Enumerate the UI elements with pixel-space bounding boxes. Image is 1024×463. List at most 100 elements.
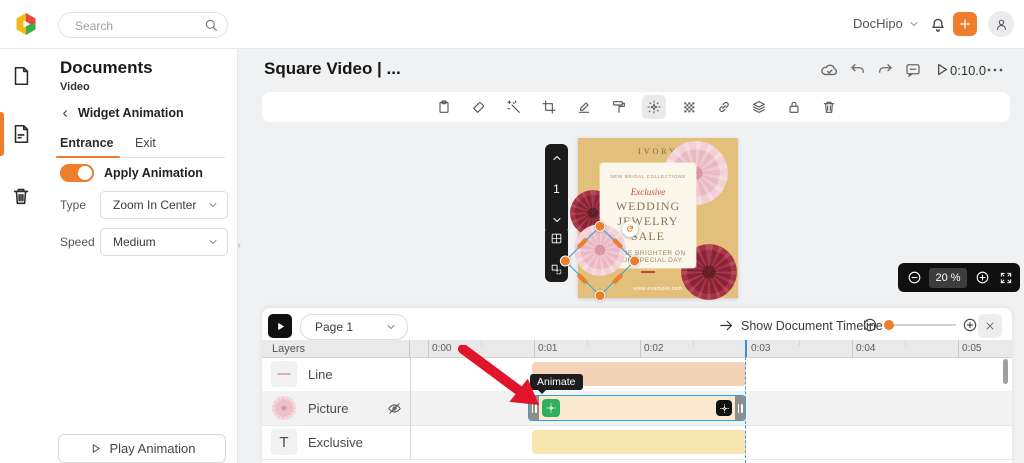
duration-value: 0:10.0	[950, 63, 987, 78]
design-canvas[interactable]: IVORY NEW BRIDAL COLLECTIONS Exclusive W…	[557, 138, 738, 304]
document-title[interactable]: Square Video | ...	[264, 59, 401, 79]
layer-thumbnail-picture	[271, 395, 297, 421]
timeline-panel: Page 1 Show Document Timeline Layers 0:0…	[262, 308, 1012, 463]
cloud-saved-icon	[821, 64, 838, 76]
workspace-switcher[interactable]: DocHipo	[853, 16, 920, 31]
active-section-indicator	[0, 112, 4, 156]
duration-bar-body[interactable]	[539, 396, 735, 420]
grid-view-icon[interactable]	[550, 232, 563, 245]
timeline-ruler[interactable]: Layers 0:00 0:01 0:02 0:03 0:04 0:05	[262, 340, 1012, 358]
fit-screen-icon[interactable]	[999, 271, 1013, 285]
panel-collapse-handle[interactable]: ‹	[238, 240, 241, 251]
create-new-button[interactable]	[953, 12, 977, 36]
animate-exit-button[interactable]	[716, 400, 732, 416]
eraser-icon[interactable]	[467, 95, 491, 119]
layer-name: Picture	[308, 400, 349, 416]
close-timeline-button[interactable]	[978, 314, 1002, 338]
delete-widget-icon[interactable]	[817, 95, 841, 119]
workspace-label: DocHipo	[853, 16, 903, 31]
layers-icon[interactable]	[747, 95, 771, 119]
play-icon	[92, 444, 100, 453]
speed-dropdown[interactable]: Medium	[100, 228, 228, 256]
search-input[interactable]	[73, 13, 197, 39]
chevron-down-icon	[209, 203, 217, 207]
timeline-zoom-out-icon[interactable]	[862, 317, 878, 333]
apply-animation-toggle[interactable]	[60, 164, 94, 182]
left-rail	[0, 48, 43, 463]
account-avatar[interactable]	[988, 11, 1014, 37]
preview-play-icon[interactable]	[933, 61, 950, 78]
link-icon[interactable]	[712, 95, 736, 119]
search-box[interactable]	[58, 12, 228, 39]
trim-handle-right[interactable]	[735, 396, 745, 420]
ruler-tick: 0:03	[751, 343, 771, 354]
trash-icon[interactable]	[10, 185, 32, 207]
timeline-zoom-slider[interactable]	[888, 324, 956, 326]
layer-thumbnail-text: T	[271, 429, 297, 455]
crop-icon[interactable]	[537, 95, 561, 119]
more-options-icon[interactable]	[986, 67, 1004, 73]
type-dropdown[interactable]: Zoom In Center	[100, 191, 228, 219]
search-icon[interactable]	[203, 17, 219, 33]
paint-roller-icon[interactable]	[607, 95, 631, 119]
transparency-icon[interactable]	[677, 95, 701, 119]
plus-icon	[960, 19, 970, 29]
undo-icon[interactable]	[849, 61, 867, 79]
ruler-tick: 0:00	[432, 343, 452, 354]
magic-wand-icon[interactable]	[502, 95, 526, 119]
visibility-hidden-icon[interactable]	[386, 400, 403, 417]
layer-row-exclusive[interactable]: T Exclusive	[262, 425, 1012, 460]
rotate-handle[interactable]	[622, 221, 638, 237]
resize-edge-right[interactable]	[612, 273, 624, 285]
chevron-down-icon	[910, 21, 918, 26]
line-glyph	[277, 373, 291, 375]
timeline-play-button[interactable]	[268, 314, 292, 338]
comment-icon[interactable]	[904, 61, 922, 79]
close-icon	[986, 322, 994, 330]
ruler-tick: 0:02	[644, 343, 664, 354]
zoom-out-icon[interactable]	[907, 270, 922, 285]
timeline-zoom-in-icon[interactable]	[962, 317, 978, 333]
layer-row-line[interactable]: Line	[262, 357, 1012, 392]
widget-toolbar	[262, 92, 1010, 122]
play-animation-button[interactable]: Play Animation	[58, 434, 226, 463]
playhead[interactable]	[745, 340, 747, 357]
back-navigation[interactable]: Widget Animation	[60, 106, 184, 120]
duration-bar-exclusive[interactable]	[532, 430, 746, 454]
timeline-scrollbar-thumb[interactable]	[1003, 359, 1008, 384]
duration-bar-picture-selected[interactable]	[528, 395, 746, 421]
page-down-icon[interactable]	[551, 214, 563, 226]
documents-icon[interactable]	[10, 123, 32, 145]
page-selector-dropdown[interactable]: Page 1	[300, 314, 408, 340]
templates-page-icon[interactable]	[10, 65, 32, 87]
animation-icon[interactable]	[641, 95, 666, 119]
panel-subtitle: Video	[60, 81, 90, 93]
copy-style-icon[interactable]	[432, 95, 456, 119]
dochipo-logo[interactable]	[14, 12, 38, 36]
zoom-in-icon[interactable]	[975, 270, 990, 285]
chevron-down-icon	[209, 240, 217, 244]
arrow-right-icon	[720, 320, 733, 331]
timeline-zoom-slider-thumb[interactable]	[884, 320, 894, 330]
rotate-icon	[627, 225, 633, 232]
top-bar: DocHipo	[0, 0, 1024, 49]
edit-pencil-icon[interactable]	[572, 95, 596, 119]
tab-entrance[interactable]: Entrance	[60, 136, 114, 150]
resize-edge-bottom[interactable]	[576, 273, 588, 285]
play-icon	[277, 322, 284, 330]
text-glyph: T	[279, 433, 289, 451]
zoom-controls: 20 %	[898, 263, 1020, 292]
tab-bar: Entrance Exit	[56, 134, 225, 158]
lock-icon[interactable]	[782, 95, 806, 119]
toggle-label: Apply Animation	[104, 166, 203, 180]
zoom-value[interactable]: 20 %	[929, 267, 967, 288]
tab-exit[interactable]: Exit	[135, 136, 156, 150]
redo-icon[interactable]	[876, 61, 894, 79]
resize-handle-se[interactable]	[592, 287, 608, 304]
page-up-icon[interactable]	[551, 152, 563, 164]
type-label: Type	[60, 198, 87, 212]
layer-row-picture[interactable]: Picture	[262, 391, 1012, 426]
notifications-bell-icon[interactable]	[928, 14, 948, 34]
page-navigator: 1	[545, 144, 568, 234]
dochipo-editor: DocHipo Documents Video Widget Animation…	[0, 0, 1024, 463]
